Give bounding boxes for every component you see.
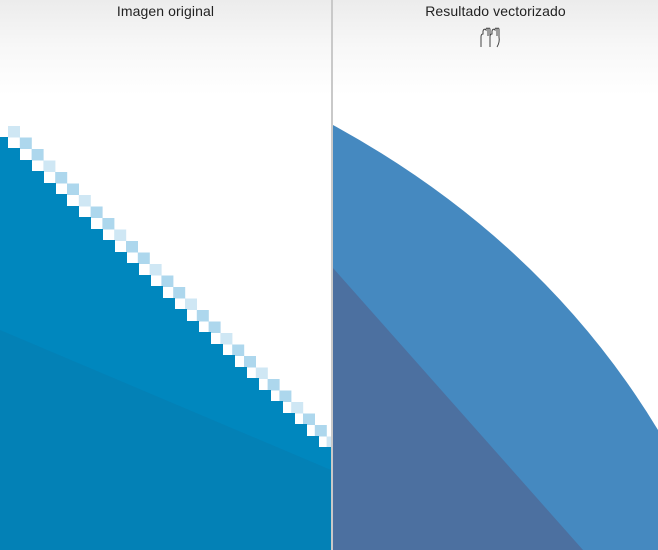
edge-pixel <box>149 264 162 276</box>
edge-pixel <box>78 195 91 207</box>
edge-pixel <box>291 402 304 414</box>
edge-pixel <box>161 275 174 287</box>
pixelated-image <box>0 126 331 550</box>
vectorized-result-panel: Resultado vectorizado <box>333 0 658 550</box>
edge-pixel <box>314 425 327 437</box>
edge-pixel <box>31 149 44 161</box>
edge-pixel <box>173 287 186 299</box>
edge-pixel <box>220 333 233 345</box>
edge-pixel <box>126 241 138 253</box>
hand-grab-icon <box>480 27 500 48</box>
edge-pixel <box>185 298 197 310</box>
edge-pixel <box>8 126 20 138</box>
edge-pixel <box>255 367 268 379</box>
edge-pixel <box>279 390 292 402</box>
edge-pixel <box>55 172 68 184</box>
edge-pixel <box>90 206 103 218</box>
edge-pixel <box>196 310 209 322</box>
vectorized-image <box>333 125 658 550</box>
edge-pixel <box>67 183 79 195</box>
edge-pixel <box>102 218 115 230</box>
edge-pixel <box>114 229 127 241</box>
edge-pixel <box>137 252 150 264</box>
edge-pixel <box>267 379 280 391</box>
edge-pixel <box>244 356 256 368</box>
comparison-view: Imagen original Resultado vectorizado <box>0 0 658 550</box>
edge-pixel <box>208 321 221 333</box>
edge-pixel <box>43 160 56 172</box>
edge-pixel <box>303 413 315 425</box>
edge-pixel <box>19 137 32 149</box>
original-image-panel: Imagen original <box>0 0 331 550</box>
edge-pixel <box>232 344 245 356</box>
